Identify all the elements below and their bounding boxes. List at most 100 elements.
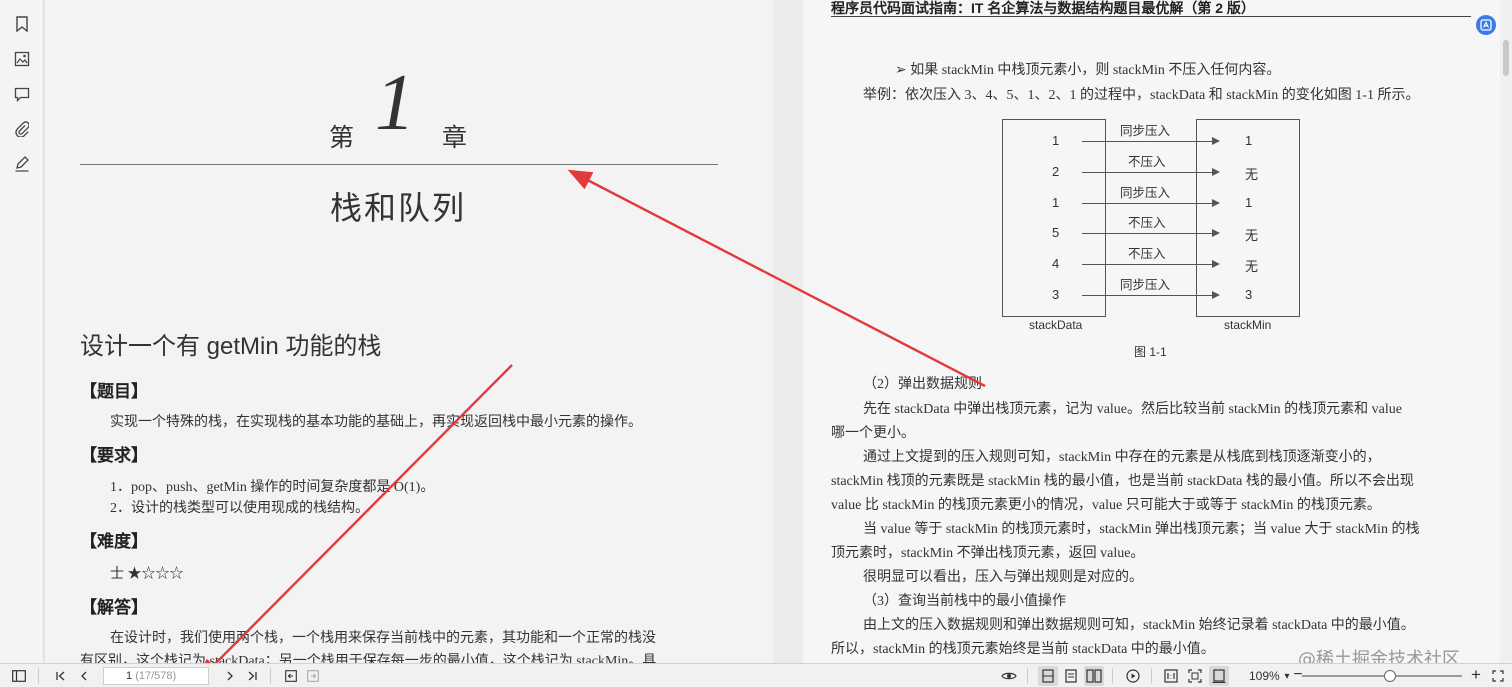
paragraph-line: （3）查询当前栈中的最小值操作 xyxy=(863,594,1066,609)
answer-line-2: 有区别，这个栈记为 stackData；另一个栈用于保存每一步的最小值，这个栈记… xyxy=(80,654,657,663)
paragraph-line: 很明显可以看出，压入与弹出规则是对应的。 xyxy=(863,570,1143,585)
bottom-toolbar: 1 (17/578) 109% ▾ − + xyxy=(0,663,1512,687)
chapter-prefix: 第 xyxy=(329,125,355,152)
single-page-view-icon[interactable] xyxy=(1038,666,1058,686)
scrollbar-thumb[interactable] xyxy=(1503,40,1509,76)
zoom-in-button[interactable]: + xyxy=(1466,665,1486,685)
vertical-scrollbar[interactable] xyxy=(1500,0,1512,663)
paragraph-line: 先在 stackData 中弹出栈顶元素，记为 value。然后比较当前 sta… xyxy=(863,402,1402,417)
requirement-2: 2．设计的栈类型可以使用现成的栈结构。 xyxy=(110,501,369,516)
actual-size-icon[interactable] xyxy=(1161,666,1181,686)
play-slideshow-icon[interactable] xyxy=(1123,666,1143,686)
toolbar-divider xyxy=(38,668,39,684)
push-arrow xyxy=(1082,198,1220,207)
zoom-slider[interactable] xyxy=(1302,670,1462,682)
thumbnail-icon[interactable] xyxy=(10,47,34,71)
paragraph-line: 由上文的压入数据规则和弹出数据规则可知，stackMin 始终记录着 stack… xyxy=(863,618,1415,633)
requirement-1: 1．pop、push、getMin 操作的时间复杂度都是 O(1)。 xyxy=(110,480,435,495)
fit-page-icon[interactable] xyxy=(1185,666,1205,686)
paragraph-line: 所以，stackMin 的栈顶元素始终是当前 stackData 中的最小值。 xyxy=(831,642,1215,657)
running-head-rule xyxy=(831,16,1471,17)
problem-heading: 【题目】 xyxy=(80,382,148,401)
answer-heading: 【解答】 xyxy=(80,598,148,617)
stackdata-value: 4 xyxy=(1052,256,1060,272)
pdf-page-right: 程序员代码面试指南：IT 名企算法与数据结构题目最优解（第 2 版） ➢ 如果 … xyxy=(803,0,1500,663)
bookmark-icon[interactable] xyxy=(10,12,34,36)
next-page-icon[interactable] xyxy=(220,666,240,686)
sign-icon[interactable] xyxy=(10,152,34,176)
back-view-icon[interactable] xyxy=(281,666,301,686)
toolbar-divider xyxy=(1151,668,1152,684)
push-action-label: 不压入 xyxy=(1128,247,1166,262)
stackdata-value: 3 xyxy=(1052,287,1060,302)
stackdata-value: 1 xyxy=(1052,133,1060,148)
paragraph-line: 通过上文提到的压入规则可知，stackMin 中存在的元素是从栈底到栈顶逐渐变小… xyxy=(863,450,1381,465)
answer-line-1: 在设计时，我们使用两个栈，一个栈用来保存当前栈中的元素，其功能和一个正常的栈没 xyxy=(110,631,656,646)
paragraph-line: 顶元素时，stackMin 不弹出栈顶元素，返回 value。 xyxy=(831,546,1145,561)
attachment-icon[interactable] xyxy=(10,117,34,141)
chapter-number: 1 xyxy=(375,59,415,147)
two-page-view-icon[interactable] xyxy=(1084,666,1104,686)
problem-text: 实现一个特殊的栈，在实现栈的基本功能的基础上，再实现返回栈中最小元素的操作。 xyxy=(110,415,642,430)
stackmin-value: 3 xyxy=(1245,287,1253,302)
push-arrow xyxy=(1082,167,1220,176)
page-number-input[interactable]: 1 (17/578) xyxy=(103,667,209,685)
continuous-view-icon[interactable] xyxy=(1061,666,1081,686)
stackmin-value: 无 xyxy=(1245,228,1259,244)
fullscreen-icon[interactable] xyxy=(1488,666,1508,686)
toolbar-divider xyxy=(1027,668,1028,684)
paragraph-line: 当 value 等于 stackMin 的栈顶元素时，stackMin 弹出栈顶… xyxy=(863,522,1420,537)
paragraph-line: 哪一个更小。 xyxy=(831,426,915,441)
page-gutter xyxy=(773,0,803,663)
chapter-title: 栈和队列 xyxy=(330,190,467,226)
requirements-heading: 【要求】 xyxy=(80,446,148,465)
section-title: 设计一个有 getMin 功能的栈 xyxy=(80,333,382,360)
fit-width-icon[interactable] xyxy=(1209,666,1229,686)
current-page: 1 xyxy=(126,670,133,682)
stackmin-value: 无 xyxy=(1245,259,1259,275)
eye-comfort-icon[interactable] xyxy=(999,666,1019,686)
stackdata-label: stackData xyxy=(1029,318,1083,332)
push-arrow xyxy=(1082,291,1220,299)
push-arrow xyxy=(1082,260,1220,269)
translate-fab-icon[interactable] xyxy=(1476,15,1496,35)
push-action-label: 同步压入 xyxy=(1120,124,1171,138)
paragraph-line: （2）弹出数据规则 xyxy=(863,377,982,392)
stackmin-value: 1 xyxy=(1245,194,1253,210)
page-total: (17/578) xyxy=(135,670,177,682)
first-page-icon[interactable] xyxy=(51,666,71,686)
pdf-reader-window: 第 1 章 栈和队列 设计一个有 getMin 功能的栈 【题目】 实现一个特殊… xyxy=(0,0,1512,687)
left-tool-rail xyxy=(0,0,44,663)
stackdata-value: 1 xyxy=(1052,194,1060,210)
push-action-label: 不压入 xyxy=(1128,216,1166,231)
push-action-label: 不压入 xyxy=(1128,154,1166,169)
paragraph-line: value 比 stackMin 的栈顶元素更小的情况，value 只可能大于或… xyxy=(831,498,1381,513)
push-arrow xyxy=(1082,229,1220,238)
paragraph-line: stackMin 栈顶的元素既是 stackMin 栈的最小值，也是当前 sta… xyxy=(831,474,1414,489)
push-arrow xyxy=(1082,137,1220,145)
last-page-icon[interactable] xyxy=(242,666,262,686)
zoom-select[interactable]: 109% xyxy=(1249,669,1280,683)
difficulty-text: 士 ★☆☆☆ xyxy=(110,567,184,582)
push-action-label: 同步压入 xyxy=(1120,185,1171,200)
toolbar-divider xyxy=(1112,668,1113,684)
example-line: 举例：依次压入 3、4、5、1、2、1 的过程中，stackData 和 sta… xyxy=(863,88,1420,103)
stackdata-value: 2 xyxy=(1052,163,1060,179)
stackmin-label: stackMin xyxy=(1224,318,1272,332)
figure-caption: 图 1-1 xyxy=(1134,345,1167,359)
toolbar-divider xyxy=(270,668,271,684)
difficulty-heading: 【难度】 xyxy=(80,532,148,551)
pdf-page-left: 第 1 章 栈和队列 设计一个有 getMin 功能的栈 【题目】 实现一个特殊… xyxy=(45,0,773,663)
sidebar-toggle-icon[interactable] xyxy=(9,666,29,686)
stackdata-value: 5 xyxy=(1052,225,1060,241)
push-action-label: 同步压入 xyxy=(1120,278,1171,292)
previous-page-icon[interactable] xyxy=(74,666,94,686)
comment-icon[interactable] xyxy=(10,82,34,106)
zoom-slider-knob[interactable] xyxy=(1384,670,1396,682)
stackmin-value: 1 xyxy=(1245,133,1253,148)
forward-view-icon[interactable] xyxy=(303,666,323,686)
chapter-divider xyxy=(80,164,718,165)
bullet-line: ➢ 如果 stackMin 中栈顶元素小，则 stackMin 不压入任何内容。 xyxy=(895,63,1281,78)
stackmin-value: 无 xyxy=(1245,166,1259,182)
chapter-suffix: 章 xyxy=(442,125,468,152)
